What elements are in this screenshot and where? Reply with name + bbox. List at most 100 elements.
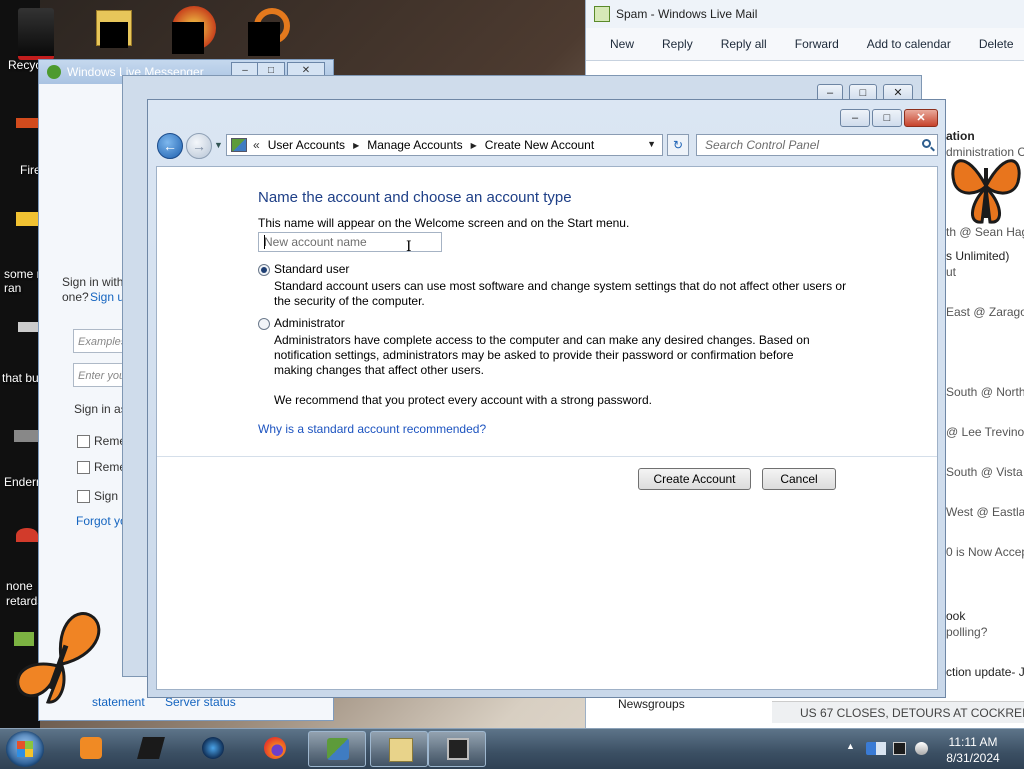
address-dropdown-icon[interactable]: ▼	[647, 139, 656, 149]
create-account-button[interactable]: Create Account	[638, 468, 751, 490]
messenger-auto-sign-in-checkbox[interactable]	[77, 490, 90, 503]
mail-list-item[interactable]: South @ Vista	[946, 465, 1023, 479]
administrator-label[interactable]: Administrator	[274, 316, 345, 330]
mail-list-item[interactable]: South @ North	[946, 385, 1024, 399]
taskbar-firefox[interactable]	[246, 731, 304, 767]
monitor-tray-icon[interactable]	[893, 742, 906, 755]
butterfly-icon	[16, 612, 101, 704]
mail-list-item[interactable]: 0 is Now Accep	[946, 545, 1024, 559]
search-icon[interactable]	[922, 139, 931, 148]
password-recommendation: We recommend that you protect every acco…	[274, 393, 652, 407]
breadcrumb-arrow-icon[interactable]: ▶	[353, 141, 359, 150]
mail-app-icon	[594, 6, 610, 22]
taskbar-app-dark[interactable]	[122, 731, 180, 767]
mail-title: Spam - Windows Live Mail	[616, 7, 758, 21]
mail-reply-button[interactable]: Reply	[662, 37, 693, 51]
messenger-sign-up-link[interactable]: Sign u	[90, 290, 124, 304]
taskbar-screen-app[interactable]	[428, 731, 486, 767]
system-clock[interactable]: 11:11 AM 8/31/2024	[942, 734, 1004, 766]
intro-text: This name will appear on the Welcome scr…	[258, 216, 630, 230]
mail-reply-all-button[interactable]: Reply all	[721, 37, 767, 51]
taskbar-windows-live-mail[interactable]	[370, 731, 428, 767]
mail-news-ticker: US 67 CLOSES, DETOURS AT COCKRELL HI	[772, 701, 1024, 723]
cancel-button[interactable]: Cancel	[762, 468, 836, 490]
desktop-icon-label-recycle: Recyc	[8, 58, 42, 72]
mail-delete-button[interactable]: Delete	[979, 37, 1014, 51]
mail-toolbar: New Reply Reply all Forward Add to calen…	[586, 28, 1024, 61]
mail-list-item[interactable]: East @ Zaragoz	[946, 305, 1024, 319]
breadcrumb-arrow-icon[interactable]: ▶	[471, 141, 477, 150]
address-bar[interactable]: « User Accounts ▶ Manage Accounts ▶ Crea…	[226, 134, 663, 156]
firefox-icon[interactable]	[16, 118, 40, 128]
app-icon[interactable]	[14, 430, 38, 442]
forward-arrow-icon[interactable]: →	[186, 133, 212, 159]
recycle-bin-icon[interactable]	[18, 8, 54, 60]
network-icon[interactable]	[18, 322, 38, 332]
gauge-icon[interactable]	[16, 528, 38, 542]
administrator-radio[interactable]	[258, 318, 270, 330]
taskbar-media-player[interactable]	[62, 731, 120, 767]
mail-list-item[interactable]: West @ Eastlake	[946, 505, 1024, 519]
mail-list-item[interactable]: ction update- J	[946, 665, 1024, 679]
media-player-icon	[80, 737, 102, 759]
firefox-icon	[264, 737, 286, 759]
mail-icon	[389, 738, 413, 762]
redacted-icon[interactable]	[248, 22, 280, 56]
maximize-button[interactable]: □	[872, 109, 902, 127]
account-name-input[interactable]: New account name	[258, 232, 442, 252]
mail-list-item[interactable]: @ Lee Trevino	[946, 425, 1024, 439]
network-tray-icon[interactable]	[915, 742, 928, 755]
taskbar-user-accounts[interactable]	[308, 731, 366, 767]
mail-add-to-calendar-button[interactable]: Add to calendar	[867, 37, 951, 51]
standard-user-description: Standard account users can use most soft…	[274, 279, 847, 293]
redacted-icon[interactable]	[172, 22, 204, 54]
breadcrumb-manage-accounts[interactable]: Manage Accounts	[367, 138, 462, 152]
taskbar-globe[interactable]	[184, 731, 242, 767]
standard-user-label[interactable]: Standard user	[274, 262, 349, 276]
breadcrumb-overflow-icon[interactable]: «	[253, 138, 260, 152]
standard-user-radio[interactable]	[258, 264, 270, 276]
mail-list-item[interactable]: ook	[946, 609, 965, 623]
why-standard-account-link[interactable]: Why is a standard account recommended?	[258, 422, 486, 436]
messenger-auto-sign-in-label: Sign i	[94, 489, 125, 503]
mail-list-item[interactable]: polling?	[946, 625, 987, 639]
back-arrow-icon[interactable]: ←	[157, 133, 183, 159]
redacted-icon[interactable]	[100, 22, 128, 48]
clock-time: 11:11 AM	[948, 735, 998, 749]
show-hidden-icons-chevron-icon[interactable]: ▲	[846, 741, 855, 751]
mail-list-item[interactable]: s Unlimited)	[946, 249, 1009, 263]
desktop-icon-label-that: that bu	[2, 371, 39, 385]
folder-icon[interactable]	[16, 212, 38, 226]
start-button[interactable]	[6, 731, 44, 767]
create-account-window[interactable]: – □ ✕ ← → ▼ « User Accounts ▶ Manage Acc…	[147, 99, 946, 698]
mail-new-button[interactable]: New	[610, 37, 634, 51]
minimize-button[interactable]: –	[840, 109, 870, 127]
breadcrumb-create-new-account[interactable]: Create New Account	[485, 138, 594, 152]
messenger-one-text: one?	[62, 290, 89, 304]
text-cursor-icon: I	[406, 239, 412, 255]
clock-date: 8/31/2024	[946, 751, 1000, 765]
mail-titlebar[interactable]: Spam - Windows Live Mail	[586, 0, 1024, 28]
messenger-sign-in-text: Sign in with	[62, 275, 124, 289]
mail-newsgroups-item[interactable]: Newsgroups	[618, 697, 685, 711]
close-button[interactable]: ✕	[904, 109, 938, 127]
refresh-icon[interactable]: ↻	[667, 134, 689, 156]
globe-icon	[202, 737, 224, 759]
divider	[157, 456, 937, 457]
search-placeholder: Search Control Panel	[705, 138, 820, 152]
page-title: Name the account and choose an account t…	[258, 189, 572, 206]
messenger-sign-in-as[interactable]: Sign in as	[74, 402, 127, 416]
breadcrumb-user-accounts[interactable]: User Accounts	[268, 138, 345, 152]
messenger-remember-password-checkbox[interactable]	[77, 461, 90, 474]
messenger-remember-checkbox[interactable]	[77, 435, 90, 448]
windows-logo-icon	[17, 741, 33, 757]
mail-forward-button[interactable]: Forward	[795, 37, 839, 51]
messenger-forgot-link[interactable]: Forgot yo	[76, 514, 127, 528]
content-pane: Name the account and choose an account t…	[156, 166, 938, 690]
mail-list-item[interactable]: ut	[946, 265, 956, 279]
administrator-description: making changes that affect other users.	[274, 363, 484, 377]
search-input[interactable]: Search Control Panel	[696, 134, 938, 156]
flag-icon[interactable]	[876, 742, 886, 755]
taskbar: ▲ 11:11 AM 8/31/2024	[0, 728, 1024, 769]
recent-pages-chevron-icon[interactable]: ▼	[214, 140, 223, 150]
